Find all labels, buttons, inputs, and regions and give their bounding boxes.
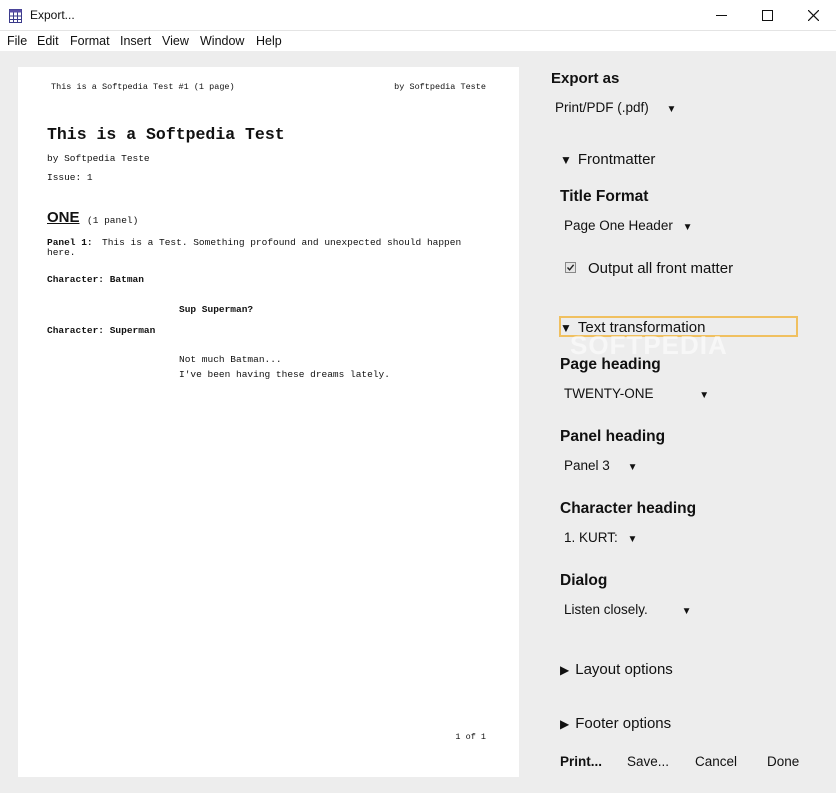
title-format-label: Title Format xyxy=(560,188,649,205)
panel-heading-select[interactable]: Panel 3 ▼ xyxy=(564,458,637,473)
triangle-right-icon: ▶ xyxy=(560,717,570,731)
layout-options-label: Layout options xyxy=(575,661,673,678)
preview-character-2: Character: Superman xyxy=(47,325,156,336)
chevron-down-icon: ▼ xyxy=(627,534,638,545)
print-button[interactable]: Print... xyxy=(560,754,602,769)
title-bar: Export... xyxy=(0,0,836,31)
triangle-right-icon: ▶ xyxy=(560,663,570,677)
minimize-button[interactable] xyxy=(698,0,744,31)
menu-bar: File Edit Format Insert View Window Help xyxy=(0,31,836,51)
close-icon xyxy=(807,10,819,21)
preview-issue: Issue: 1 xyxy=(47,172,93,183)
preview-header-right: by Softpedia Teste xyxy=(394,82,486,92)
preview-dialog-2-line-1: Not much Batman... xyxy=(179,354,282,365)
preview-page-footer: 1 of 1 xyxy=(455,732,486,742)
title-format-value: Page One Header xyxy=(564,218,673,233)
menu-format[interactable]: Format xyxy=(70,34,110,48)
preview-dialog-2-line-2: I've been having these dreams lately. xyxy=(179,369,390,380)
frontmatter-expander[interactable]: ▼ Frontmatter xyxy=(560,151,655,168)
page-heading-value: TWENTY-ONE xyxy=(564,386,654,401)
output-front-matter-label[interactable]: Output all front matter xyxy=(588,260,733,277)
chevron-down-icon: ▼ xyxy=(699,390,710,401)
layout-options-expander[interactable]: ▶ Layout options xyxy=(560,661,673,678)
export-as-select[interactable]: Print/PDF (.pdf) ▼ xyxy=(555,100,676,115)
preview-page-heading: ONE xyxy=(47,209,80,226)
preview-page-panels: (1 panel) xyxy=(87,215,139,226)
frontmatter-label: Frontmatter xyxy=(577,151,656,168)
menu-view[interactable]: View xyxy=(162,34,189,48)
dialog-value: Listen closely. xyxy=(564,602,648,617)
menu-insert[interactable]: Insert xyxy=(120,34,151,48)
page-heading-select[interactable]: TWENTY-ONE ▼ xyxy=(564,386,709,401)
menu-file[interactable]: File xyxy=(7,34,27,48)
maximize-button[interactable] xyxy=(744,0,790,31)
export-as-label: Export as xyxy=(551,70,620,87)
character-heading-value: 1. KURT: xyxy=(564,530,618,545)
preview-panel-text-cont: here. xyxy=(47,247,76,258)
dialog-label: Dialog xyxy=(560,572,608,589)
triangle-down-icon: ▼ xyxy=(560,153,572,167)
maximize-icon xyxy=(761,10,773,21)
footer-options-expander[interactable]: ▶ Footer options xyxy=(560,715,671,732)
menu-edit[interactable]: Edit xyxy=(37,34,59,48)
menu-window[interactable]: Window xyxy=(200,34,244,48)
preview-byline: by Softpedia Teste xyxy=(47,153,150,164)
preview-dialog-1: Sup Superman? xyxy=(179,304,254,315)
window-title: Export... xyxy=(30,8,75,22)
export-as-value: Print/PDF (.pdf) xyxy=(555,100,649,115)
preview-header-left: This is a Softpedia Test #1 (1 page) xyxy=(51,82,235,92)
panel-heading-label: Panel heading xyxy=(560,428,666,445)
chevron-down-icon: ▼ xyxy=(682,222,693,233)
chevron-down-icon: ▼ xyxy=(681,606,692,617)
output-front-matter-checkbox[interactable] xyxy=(565,262,576,273)
chevron-down-icon: ▼ xyxy=(627,462,638,473)
menu-help[interactable]: Help xyxy=(256,34,282,48)
character-heading-label: Character heading xyxy=(560,500,697,517)
checkmark-icon xyxy=(566,264,575,271)
footer-options-label: Footer options xyxy=(575,715,672,732)
done-button[interactable]: Done xyxy=(767,754,799,769)
preview-doc-title: This is a Softpedia Test xyxy=(47,125,285,144)
dialog-select[interactable]: Listen closely. ▼ xyxy=(564,602,691,617)
chevron-down-icon: ▼ xyxy=(666,104,677,115)
save-button[interactable]: Save... xyxy=(627,754,669,769)
cancel-button[interactable]: Cancel xyxy=(695,754,737,769)
close-button[interactable] xyxy=(790,0,836,31)
page-heading-label: Page heading xyxy=(560,356,661,373)
panel-heading-value: Panel 3 xyxy=(564,458,610,473)
preview-panel-text: This is a Test. Something profound and u… xyxy=(102,237,462,248)
preview-character-1: Character: Batman xyxy=(47,274,144,285)
calendar-grid-icon xyxy=(9,9,22,23)
minimize-icon xyxy=(715,15,727,16)
title-format-select[interactable]: Page One Header ▼ xyxy=(564,218,693,233)
character-heading-select[interactable]: 1. KURT: ▼ xyxy=(564,530,637,545)
preview-page: This is a Softpedia Test #1 (1 page) by … xyxy=(18,67,519,777)
